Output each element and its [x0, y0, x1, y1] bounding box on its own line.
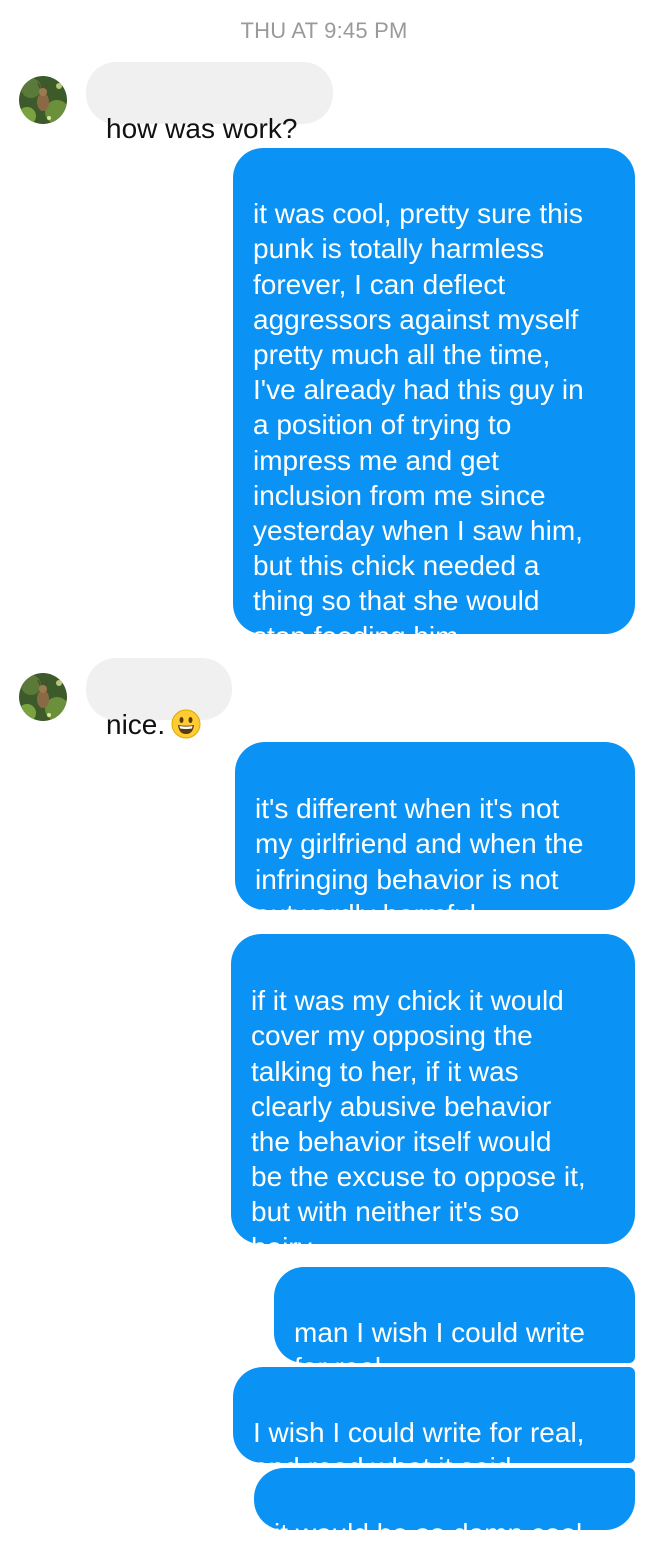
- grinning-face-emoji-icon: [171, 709, 201, 739]
- contact-avatar[interactable]: [19, 673, 67, 721]
- incoming-message-bubble[interactable]: nice.: [86, 658, 232, 740]
- outgoing-message-bubble[interactable]: I wish I could write for real, and read …: [233, 1367, 635, 1483]
- outgoing-message-bubble[interactable]: it's different when it's not my girlfrie…: [235, 742, 635, 930]
- incoming-message-bubble[interactable]: how was work?: [86, 62, 333, 144]
- deer-photo-avatar-icon: [19, 673, 67, 721]
- outgoing-message-bubble[interactable]: it would be so damn cool: [254, 1468, 635, 1549]
- message-text: it was cool, pretty sure this punk is to…: [253, 198, 584, 652]
- outgoing-message-bubble[interactable]: it was cool, pretty sure this punk is to…: [233, 148, 635, 652]
- message-text: if it was my chick it would cover my opp…: [251, 985, 586, 1263]
- message-text: it would be so damn cool: [274, 1518, 583, 1550]
- message-text: how was work?: [106, 113, 298, 145]
- outgoing-message-bubble[interactable]: if it was my chick it would cover my opp…: [231, 934, 635, 1263]
- message-text: nice.: [106, 709, 166, 741]
- conversation-timestamp: THU AT 9:45 PM: [240, 18, 408, 43]
- outgoing-message-bubble[interactable]: man I wish I could write for real: [274, 1267, 635, 1383]
- message-text: it's different when it's not my girlfrie…: [255, 793, 584, 930]
- deer-photo-avatar-icon: [19, 76, 67, 124]
- contact-avatar[interactable]: [19, 76, 67, 124]
